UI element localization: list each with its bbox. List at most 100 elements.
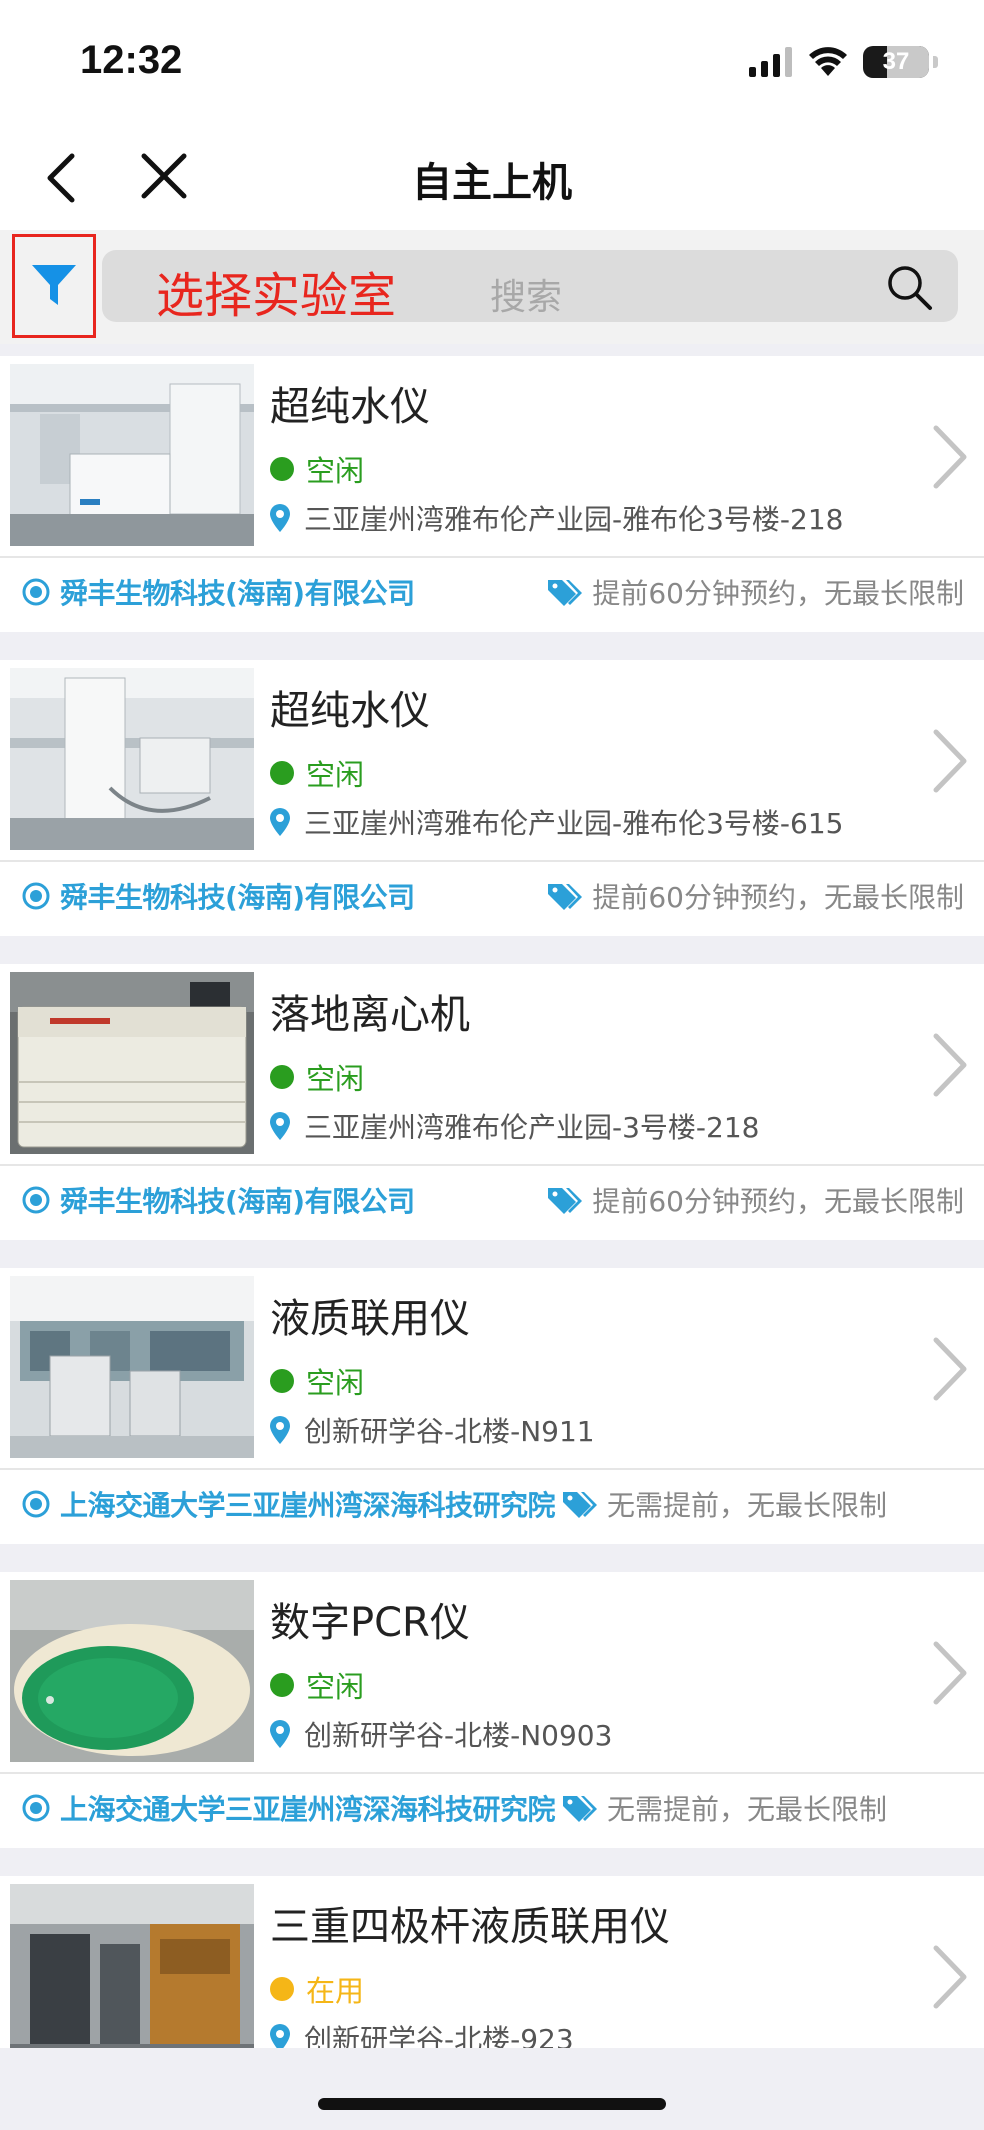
location-text: 三亚崖州湾雅布伦产业园-雅布伦3号楼-615 xyxy=(304,807,844,840)
divider xyxy=(0,1772,984,1774)
location-pin-icon xyxy=(270,1720,290,1748)
booking-rule-text: 无需提前，无最长限制 xyxy=(607,1489,888,1522)
equipment-card[interactable]: 落地离心机 空闲 三亚崖州湾雅布伦产业园-3号楼-218 舜丰生物科技(海南)有… xyxy=(0,964,984,1240)
organization-row: 上海交通大学三亚崖州湾深海科技研究院 无需提前，无最长限制 xyxy=(22,1484,887,1524)
equipment-name: 三重四极杆液质联用仪 xyxy=(270,1904,670,1950)
search-bar-area: 选择实验室 搜索 xyxy=(0,230,984,344)
equipment-name: 液质联用仪 xyxy=(270,1296,470,1342)
status-row: 空闲 xyxy=(270,752,364,794)
filter-icon xyxy=(32,265,76,305)
tag-icon xyxy=(548,1188,583,1214)
search-input[interactable]: 选择实验室 搜索 xyxy=(102,250,958,324)
status-dot xyxy=(270,457,294,481)
location-pin-icon xyxy=(270,1416,290,1444)
equipment-card[interactable]: 超纯水仪 空闲 三亚崖州湾雅布伦产业园-雅布伦3号楼-218 舜丰生物科技(海南… xyxy=(0,356,984,632)
status-dot xyxy=(270,1065,294,1089)
battery-icon: 37 xyxy=(863,46,929,78)
battery-level: 37 xyxy=(882,48,910,75)
equipment-photo xyxy=(10,1884,254,2066)
status-row: 在用 xyxy=(270,1968,364,2010)
location-row: 三亚崖州湾雅布伦产业园-雅布伦3号楼-218 xyxy=(270,498,843,538)
select-lab-annotation: 选择实验室 xyxy=(156,268,397,324)
organization-row: 舜丰生物科技(海南)有限公司 xyxy=(22,1180,415,1220)
booking-rule-text: 提前60分钟预约，无最长限制 xyxy=(592,1185,964,1218)
equipment-name: 超纯水仪 xyxy=(270,384,430,430)
tag-icon xyxy=(563,1492,598,1518)
location-row: 创新研学谷-北楼-N0903 xyxy=(270,1714,612,1754)
location-text: 三亚崖州湾雅布伦产业园-雅布伦3号楼-218 xyxy=(304,503,844,536)
chevron-right-icon[interactable] xyxy=(930,1334,970,1404)
booking-rule-row: 提前60分钟预约，无最长限制 xyxy=(548,572,964,612)
target-icon xyxy=(22,1186,50,1214)
cellular-signal-icon xyxy=(749,47,792,77)
status-dot xyxy=(270,1369,294,1393)
search-placeholder: 搜索 xyxy=(490,277,563,318)
booking-rule-text: 无需提前，无最长限制 xyxy=(607,1793,888,1826)
target-icon xyxy=(22,882,50,910)
organization-name: 上海交通大学三亚崖州湾深海科技研究院 xyxy=(60,1793,556,1826)
status-bar: 12:32 37 xyxy=(0,0,984,120)
divider xyxy=(0,556,984,558)
tag-icon xyxy=(548,884,583,910)
chevron-right-icon[interactable] xyxy=(930,422,970,492)
organization-row: 舜丰生物科技(海南)有限公司 xyxy=(22,876,415,916)
status-text: 在用 xyxy=(306,1974,365,2008)
location-pin-icon xyxy=(270,808,290,836)
wifi-icon xyxy=(809,47,847,76)
equipment-photo xyxy=(10,1580,254,1762)
booking-rule-text: 提前60分钟预约，无最长限制 xyxy=(592,577,964,610)
organization-name: 舜丰生物科技(海南)有限公司 xyxy=(60,1185,415,1218)
location-row: 三亚崖州湾雅布伦产业园-3号楼-218 xyxy=(270,1106,759,1146)
chevron-right-icon[interactable] xyxy=(930,726,970,796)
location-text: 创新研学谷-北楼-N0903 xyxy=(304,1719,613,1752)
equipment-photo xyxy=(10,972,254,1154)
location-text: 创新研学谷-北楼-N911 xyxy=(304,1415,595,1448)
equipment-photo xyxy=(10,1276,254,1458)
location-text: 三亚崖州湾雅布伦产业园-3号楼-218 xyxy=(304,1111,760,1144)
equipment-card[interactable]: 数字PCR仪 空闲 创新研学谷-北楼-N0903 上海交通大学三亚崖州湾深海科技… xyxy=(0,1572,984,1848)
equipment-name: 数字PCR仪 xyxy=(270,1600,470,1646)
target-icon xyxy=(22,578,50,606)
status-dot xyxy=(270,1673,294,1697)
organization-name: 舜丰生物科技(海南)有限公司 xyxy=(60,577,415,610)
filter-button[interactable] xyxy=(12,234,96,338)
status-row: 空闲 xyxy=(270,1664,364,1706)
status-dot xyxy=(270,1977,294,2001)
booking-rule-text: 提前60分钟预约，无最长限制 xyxy=(592,881,964,914)
divider xyxy=(0,1164,984,1166)
tag-icon xyxy=(563,1796,598,1822)
chevron-right-icon[interactable] xyxy=(930,1030,970,1100)
home-indicator[interactable] xyxy=(318,2098,666,2110)
location-pin-icon xyxy=(270,1112,290,1140)
target-icon xyxy=(22,1490,50,1518)
status-row: 空闲 xyxy=(270,1360,364,1402)
equipment-name: 超纯水仪 xyxy=(270,688,430,734)
equipment-name: 落地离心机 xyxy=(270,992,470,1038)
organization-name: 上海交通大学三亚崖州湾深海科技研究院 xyxy=(60,1489,556,1522)
equipment-photo xyxy=(10,364,254,546)
organization-name: 舜丰生物科技(海南)有限公司 xyxy=(60,881,415,914)
page-title: 自主上机 xyxy=(412,160,572,206)
tag-icon xyxy=(548,580,583,606)
booking-rule-row: 提前60分钟预约，无最长限制 xyxy=(548,1180,964,1220)
location-row: 三亚崖州湾雅布伦产业园-雅布伦3号楼-615 xyxy=(270,802,843,842)
status-row: 空闲 xyxy=(270,1056,364,1098)
battery-tip xyxy=(933,56,938,68)
target-icon xyxy=(22,1794,50,1822)
status-text: 空闲 xyxy=(306,1670,365,1704)
equipment-card[interactable]: 超纯水仪 空闲 三亚崖州湾雅布伦产业园-雅布伦3号楼-615 舜丰生物科技(海南… xyxy=(0,660,984,936)
chevron-right-icon[interactable] xyxy=(930,1638,970,1708)
location-row: 创新研学谷-北楼-N911 xyxy=(270,1410,595,1450)
divider xyxy=(0,860,984,862)
organization-row: 上海交通大学三亚崖州湾深海科技研究院 无需提前，无最长限制 xyxy=(22,1788,887,1828)
status-time: 12:32 xyxy=(80,38,183,82)
equipment-card[interactable]: 液质联用仪 空闲 创新研学谷-北楼-N911 上海交通大学三亚崖州湾深海科技研究… xyxy=(0,1268,984,1544)
organization-row: 舜丰生物科技(海南)有限公司 xyxy=(22,572,415,612)
booking-rule-row: 提前60分钟预约，无最长限制 xyxy=(548,876,964,916)
chevron-right-icon[interactable] xyxy=(930,1942,970,2012)
search-icon[interactable] xyxy=(884,262,934,312)
status-text: 空闲 xyxy=(306,454,365,488)
status-text: 空闲 xyxy=(306,758,365,792)
nav-bar: 自主上机 xyxy=(0,120,984,230)
status-text: 空闲 xyxy=(306,1062,365,1096)
